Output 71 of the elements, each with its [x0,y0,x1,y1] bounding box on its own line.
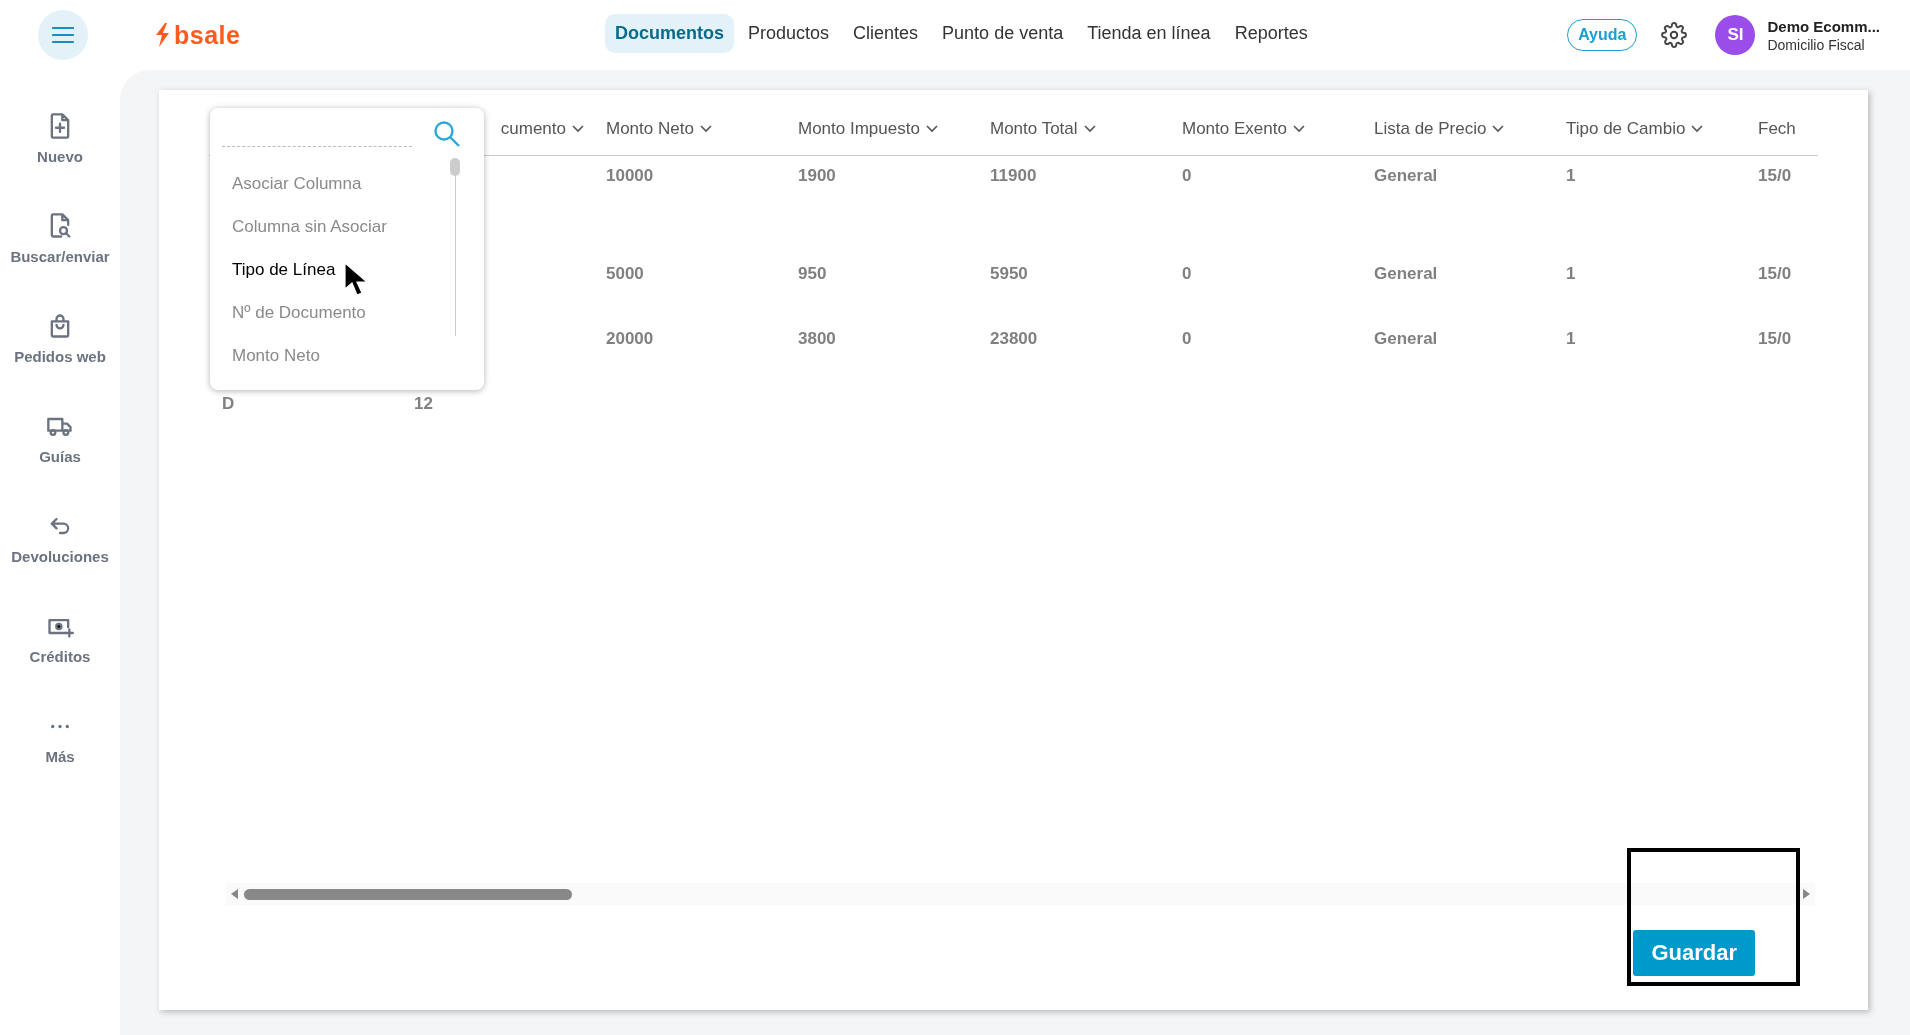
column-header[interactable]: Lista de Precio [1374,119,1487,139]
table-cell: 1 [1566,263,1576,284]
column-header[interactable]: Monto Neto [606,119,694,139]
table-cell: 5000 [606,263,644,284]
menu-item[interactable]: Columna sin Asociar [232,205,387,248]
chevron-down-icon [572,125,584,133]
logo-text[interactable]: bsale [174,20,241,50]
table-cell: 3800 [798,328,836,349]
menu-item[interactable]: Monto Neto [232,334,387,377]
nav-tab[interactable]: Reportes [1224,14,1318,53]
table-cell: 1 [1566,328,1576,349]
column-header[interactable]: Monto Impuesto [798,119,920,139]
chevron-down-icon [699,125,712,133]
table-cell: D [222,393,235,414]
user-avatar[interactable]: SI [1715,15,1756,55]
chevron-down-icon [1691,125,1704,133]
table-cell: General [1374,166,1438,186]
nav-tab[interactable]: Documentos [605,14,734,53]
sidebar-item[interactable]: Buscar/enviar [0,212,120,312]
nav-tab[interactable]: Productos [738,14,840,53]
column-header[interactable]: Monto Exento [1182,119,1287,139]
horizontal-scrollbar[interactable] [226,883,1815,905]
sidebar-item[interactable]: Guías [0,412,120,512]
table-cell: 15/0 [1758,166,1792,186]
column-header[interactable]: Monto Total [990,119,1078,139]
sidebar-item[interactable]: Nuevo [0,112,120,212]
chevron-down-icon [1083,125,1096,133]
branch-name: Domicilio Fiscal [1767,36,1866,53]
table-cell: 1900 [798,166,836,186]
user-name: Demo Ecomm... [1767,17,1880,35]
table-cell: 0 [1182,263,1192,284]
bolt-logo-icon [153,22,171,48]
table-cell: General [1374,263,1438,284]
table-cell: 10000 [606,166,654,186]
nav-tab[interactable]: Punto de venta [932,14,1074,53]
menu-item[interactable]: Asociar Columna [232,162,387,205]
menu-icon [52,27,74,43]
column-header[interactable]: Fech [1758,119,1796,139]
menu-item[interactable]: Tipo de Línea [232,248,387,291]
help-button[interactable]: Ayuda [1567,19,1638,51]
scroll-left-icon[interactable] [231,889,239,899]
scroll-right-icon[interactable] [1802,889,1810,899]
table-cell: 0 [1182,328,1192,349]
column-header[interactable]: cumento [500,119,566,139]
table-cell: 23800 [990,328,1038,349]
table-cell: 950 [798,263,827,284]
column-header[interactable]: Tipo de Cambio [1566,119,1686,139]
sidebar-item[interactable]: Más [0,712,120,812]
table-cell: 12 [414,393,433,414]
table-cell: 5950 [990,263,1028,284]
nav-tab[interactable]: Tienda en línea [1077,14,1221,53]
table-cell: 1 [1566,166,1576,186]
menu-item[interactable]: Nº de Documento [232,291,387,334]
sidebar-item[interactable]: Pedidos web [0,312,120,412]
table-cell: 15/0 [1758,328,1792,349]
chevron-down-icon [1492,125,1505,133]
table-cell: 20000 [606,328,654,349]
table-cell: 11900 [990,166,1037,186]
search-icon[interactable] [433,120,461,148]
nav-tab[interactable]: Clientes [843,14,929,53]
table-cell: 0 [1182,166,1192,186]
save-button[interactable]: Guardar [1633,930,1755,976]
table-cell: General [1374,328,1438,349]
chevron-down-icon [925,125,938,133]
sidebar-item[interactable]: Devoluciones [0,512,120,612]
settings-icon[interactable] [1661,22,1688,48]
sidebar-item[interactable]: Créditos [0,612,120,712]
menu-button[interactable] [38,10,88,60]
scrollbar-thumb[interactable] [450,158,460,176]
chevron-down-icon [1292,125,1305,133]
table-cell: 15/0 [1758,263,1792,284]
